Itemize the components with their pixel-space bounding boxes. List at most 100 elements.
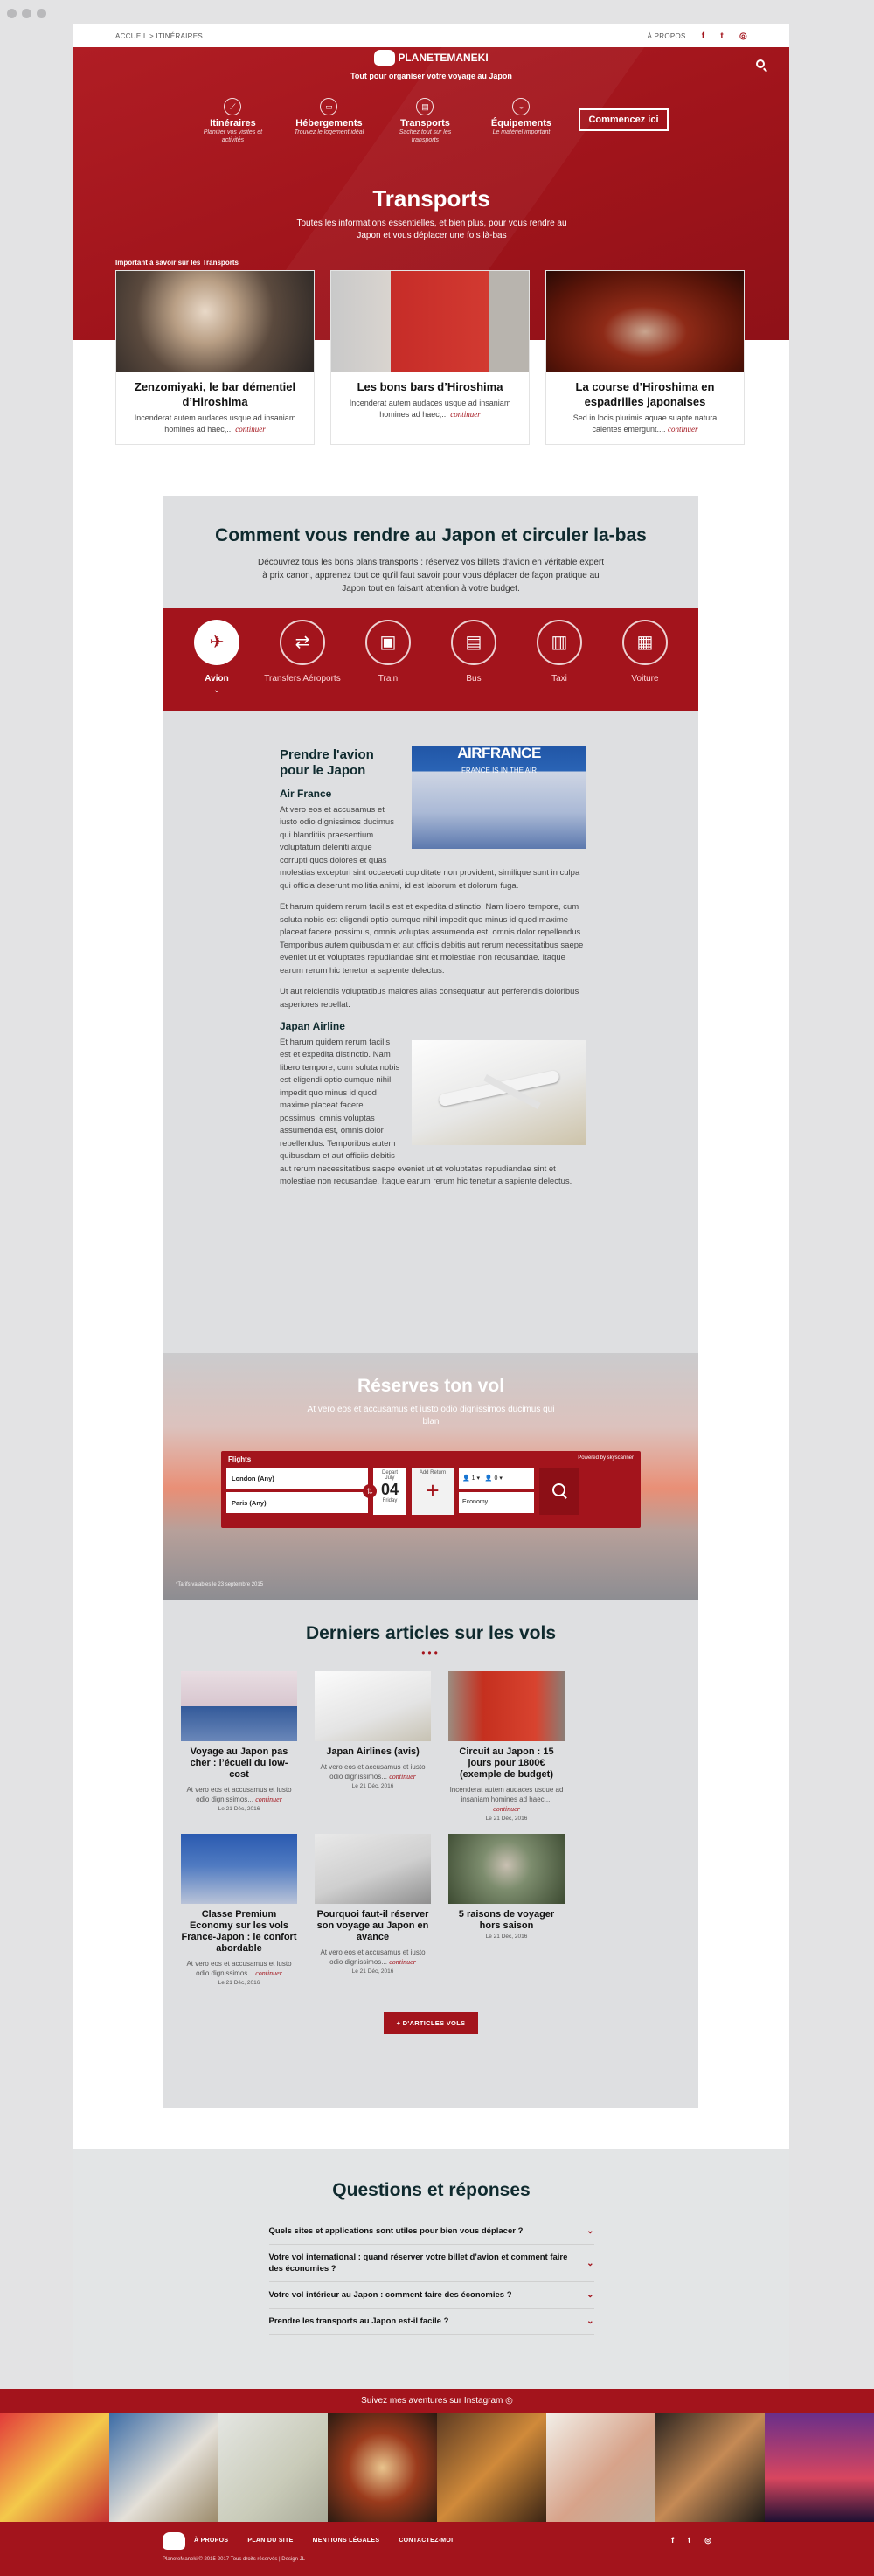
faq-question[interactable]: Votre vol international : quand réserver… <box>268 2245 594 2282</box>
faq-list: Quels sites et applications sont utiles … <box>268 2218 594 2335</box>
featured-card[interactable]: Les bons bars d’Hiroshima Incenderat aut… <box>330 270 530 445</box>
continue-link[interactable]: continuer <box>668 425 698 434</box>
footer-link-sitemap[interactable]: PLAN DU SITE <box>247 2538 293 2544</box>
article-title: Japan Airlines (avis) <box>326 1746 420 1757</box>
bus-icon: ▤ <box>451 620 496 665</box>
facebook-icon[interactable]: f <box>671 2536 674 2545</box>
footer-link-about[interactable]: À PROPOS <box>194 2538 228 2544</box>
instagram-icon[interactable]: ◎ <box>739 31 747 41</box>
continue-link[interactable]: continuer <box>450 410 481 419</box>
origin-field[interactable]: London (Any) <box>226 1468 368 1489</box>
article-card[interactable]: Pourquoi faut-il réserver son voyage au … <box>315 1834 431 1986</box>
instagram-photo[interactable] <box>0 2413 109 2522</box>
nav-item[interactable]: ▤ Transports Sachez tout sur les transport… <box>386 98 463 144</box>
footer-logo-icon[interactable] <box>163 2532 185 2550</box>
window-dot[interactable] <box>7 8 17 18</box>
footer-link-contact[interactable]: CONTACTEZ-MOI <box>399 2538 453 2544</box>
search-flights-button[interactable] <box>539 1468 579 1515</box>
passenger-selector[interactable]: 👤 1 ▾ 👤 0 ▾ <box>459 1468 534 1489</box>
window-dot[interactable] <box>22 8 31 18</box>
tab-taxi[interactable]: ▥ Taxi <box>520 620 599 711</box>
featured-card[interactable]: La course d’Hiroshima en espadrilles jap… <box>545 270 745 445</box>
hero-lead: Toutes les informations essentielles, et… <box>296 219 567 240</box>
article-card[interactable]: Japan Airlines (avis) At vero eos et accu… <box>315 1671 431 1822</box>
article-title: Classe Premium Economy sur les vols Fran… <box>181 1909 297 1954</box>
card-excerpt: Incenderat autem audaces usque ad insani… <box>134 413 296 434</box>
article-card[interactable]: Circuit au Japon : 15 jours pour 1800€ (… <box>448 1671 565 1822</box>
faq-question[interactable]: Prendre les transports au Japon est-il f… <box>268 2309 594 2335</box>
instagram-icon[interactable]: ◎ <box>704 2536 711 2545</box>
instagram-photo[interactable] <box>437 2413 546 2522</box>
destination-field[interactable]: Paris (Any) <box>226 1492 368 1513</box>
tab-label: Train <box>378 674 399 684</box>
instagram-photo[interactable] <box>656 2413 765 2522</box>
browser-chrome <box>0 0 874 26</box>
article-image <box>181 1671 297 1741</box>
continue-link[interactable]: continuer <box>493 1805 520 1813</box>
tab-plane[interactable]: ✈ Avion ⌄ <box>177 620 256 711</box>
tab-airport-transfers[interactable]: ⇄ Transfers Aéroports <box>263 620 342 711</box>
children-count: 0 <box>494 1475 498 1482</box>
nav-item[interactable]: ◒ Équipements Le matériel important <box>482 98 559 144</box>
site-logo[interactable]: PLANETEMANEKI Tout pour organiser votre … <box>73 50 789 80</box>
chevron-down-icon: ⌄ <box>586 2290 594 2300</box>
continue-link[interactable]: continuer <box>255 1969 282 1977</box>
article-image <box>315 1671 431 1741</box>
chevron-down-icon: ⌄ <box>586 2258 594 2268</box>
more-flight-articles-button[interactable]: + D'ARTICLES VOLS <box>384 2012 478 2034</box>
tab-car[interactable]: ▦ Voiture <box>606 620 684 711</box>
facebook-icon[interactable]: f <box>702 31 705 41</box>
footer-link-legal[interactable]: MENTIONS LÉGALES <box>313 2538 380 2544</box>
nav-item[interactable]: ▭ Hébergements Trouvez le logement idéal <box>290 98 367 144</box>
continue-link[interactable]: continuer <box>255 1795 282 1803</box>
important-label: Important à savoir sur les Transports <box>115 259 239 267</box>
article-card[interactable]: 5 raisons de voyager hors saison Le 21 Dé… <box>448 1834 565 1986</box>
twitter-icon[interactable]: t <box>720 31 724 41</box>
card-text: Sed in locis plurimis aquae suapte natur… <box>546 413 744 435</box>
article-card[interactable]: Classe Premium Economy sur les vols Fran… <box>181 1834 297 1986</box>
bed-icon: ▭ <box>320 98 338 115</box>
article-excerpt: Incenderat autem audaces usque ad insani… <box>448 1785 565 1814</box>
search-icon[interactable] <box>756 59 765 68</box>
article-image <box>448 1671 565 1741</box>
article-image <box>448 1834 565 1904</box>
backpack-icon: ◒ <box>512 98 531 115</box>
about-link[interactable]: À PROPOS <box>647 32 685 40</box>
latest-title: Derniers articles sur les vols <box>306 1623 556 1643</box>
swap-icon[interactable]: ⇅ <box>363 1484 377 1498</box>
continue-link[interactable]: continuer <box>389 1958 416 1966</box>
continue-link[interactable]: continuer <box>389 1773 416 1781</box>
flight-search-widget: Flights Powered by skyscanner London (Any… <box>221 1451 641 1528</box>
article-card[interactable]: Voyage au Japon pas cher : l’écueil du l… <box>181 1671 297 1822</box>
tab-bus[interactable]: ▤ Bus <box>434 620 513 711</box>
instagram-banner[interactable]: Suivez mes aventures sur Instagram ◎ <box>0 2389 874 2413</box>
air-france-slogan: FRANCE IS IN THE AIR <box>461 767 538 774</box>
faq-question[interactable]: Quels sites et applications sont utiles … <box>268 2218 594 2245</box>
featured-card[interactable]: Zenzomiyaki, le bar démentiel d’Hiroshim… <box>115 270 315 445</box>
instagram-photo[interactable] <box>218 2413 328 2522</box>
instagram-photo[interactable] <box>765 2413 874 2522</box>
skyscanner-credit: Powered by skyscanner <box>578 1455 634 1461</box>
main-nav: ⟋ Itinéraires Planifier vos visites et act… <box>73 98 789 144</box>
breadcrumb[interactable]: ACCUEIL > ITINÉRAIRES <box>115 32 203 40</box>
nav-item[interactable]: ⟋ Itinéraires Planifier vos visites et act… <box>194 98 271 144</box>
faq-question[interactable]: Votre vol intérieur au Japon : comment f… <box>268 2282 594 2309</box>
continue-link[interactable]: continuer <box>235 425 266 434</box>
footer-social: f t ◎ <box>671 2536 711 2545</box>
add-return-button[interactable]: Add Return + <box>412 1468 454 1515</box>
start-here-button[interactable]: Commencez ici <box>579 108 669 131</box>
cabin-class-select[interactable]: Economy <box>459 1492 534 1513</box>
article-title: Pourquoi faut-il réserver son voyage au … <box>316 1909 429 1942</box>
tab-train[interactable]: ▣ Train <box>349 620 427 711</box>
instagram-photo[interactable] <box>109 2413 218 2522</box>
window-dot[interactable] <box>37 8 46 18</box>
page: ACCUEIL > ITINÉRAIRES À PROPOS f t ◎ PLA… <box>73 24 789 2393</box>
faq-section: Questions et réponses Quels sites et app… <box>73 2149 789 2393</box>
instagram-photo[interactable] <box>328 2413 437 2522</box>
twitter-icon[interactable]: t <box>688 2536 690 2545</box>
card-title: La course d’Hiroshima en espadrilles jap… <box>575 380 715 408</box>
japan-airline-heading: Japan Airline <box>280 1020 345 1032</box>
nav-title: Hébergements <box>295 118 363 128</box>
instagram-photo[interactable] <box>546 2413 656 2522</box>
depart-date-picker[interactable]: Depart July 04 Friday <box>373 1468 406 1515</box>
